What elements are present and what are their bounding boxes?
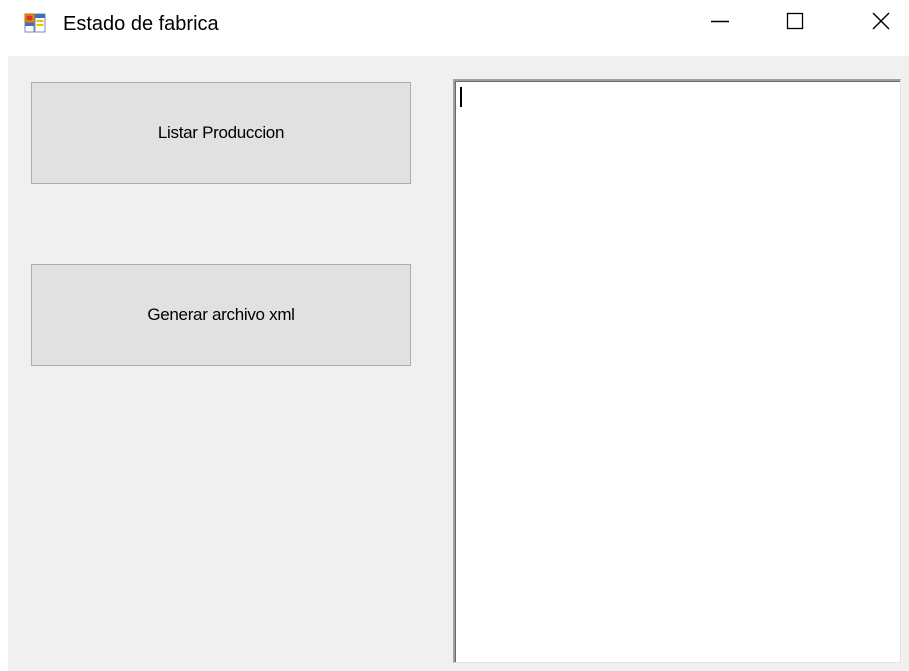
maximize-icon — [785, 11, 805, 36]
app-icon — [24, 13, 46, 33]
listar-produccion-button[interactable]: Listar Produccion — [31, 82, 411, 184]
window-title: Estado de fabrica — [63, 13, 219, 35]
title-bar[interactable]: Estado de fabrica — [0, 0, 909, 50]
app-window: Estado de fabrica Listar Produccion Gene… — [0, 0, 909, 671]
client-area: Listar Produccion Generar archivo xml — [8, 56, 909, 671]
output-textbox[interactable] — [453, 79, 901, 663]
maximize-button[interactable] — [765, 0, 825, 46]
close-icon — [871, 11, 891, 36]
minimize-button[interactable] — [690, 0, 750, 46]
generar-xml-button[interactable]: Generar archivo xml — [31, 264, 411, 366]
text-caret — [460, 87, 462, 107]
minimize-icon — [710, 11, 730, 36]
close-button[interactable] — [851, 0, 909, 46]
